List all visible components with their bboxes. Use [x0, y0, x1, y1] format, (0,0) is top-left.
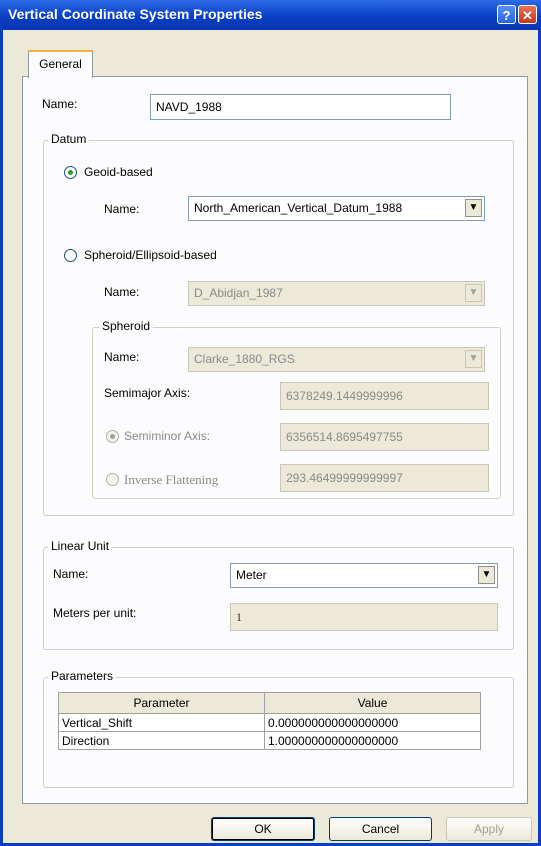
- parameters-group-title: Parameters: [48, 669, 117, 683]
- inverse-flattening-label: Inverse Flattening: [124, 472, 219, 487]
- window-title: Vertical Coordinate System Properties: [8, 6, 263, 22]
- geoid-based-label: Geoid-based: [84, 165, 153, 179]
- semimajor-input[interactable]: 6378249.1449999996: [280, 382, 489, 410]
- cancel-button[interactable]: Cancel: [329, 817, 432, 841]
- parameter-name-cell[interactable]: Vertical_Shift: [58, 713, 265, 732]
- geoid-datum-value: North_American_Vertical_Datum_1988: [194, 201, 403, 215]
- unit-name-label: Name:: [53, 567, 89, 581]
- spheroid-select[interactable]: Clarke_1880_RGS ▼: [188, 347, 485, 372]
- spheroid-value: Clarke_1880_RGS: [194, 352, 295, 366]
- spheroid-name-label: Name:: [104, 350, 140, 364]
- semiminor-input[interactable]: 6356514.8695497755: [280, 423, 489, 451]
- spheroid-based-label: Spheroid/Ellipsoid-based: [84, 248, 217, 262]
- semimajor-label: Semimajor Axis:: [104, 386, 191, 400]
- unit-value: Meter: [236, 568, 267, 582]
- chevron-down-icon[interactable]: ▼: [465, 350, 482, 368]
- spheroid-datum-select[interactable]: D_Abidjan_1987 ▼: [188, 281, 485, 306]
- inverse-flattening-input[interactable]: 293.46499999999997: [280, 464, 489, 492]
- geoid-name-label: Name:: [104, 202, 140, 216]
- parameter-column-header[interactable]: Parameter: [58, 692, 265, 714]
- table-row[interactable]: Vertical_Shift 0.000000000000000000: [58, 713, 481, 732]
- tab-general[interactable]: General: [28, 50, 93, 78]
- title-bar: Vertical Coordinate System Properties ? …: [0, 0, 541, 30]
- chevron-down-icon[interactable]: ▼: [465, 284, 482, 302]
- close-icon[interactable]: ✕: [518, 5, 537, 24]
- chevron-down-icon[interactable]: ▼: [478, 566, 495, 584]
- apply-button[interactable]: Apply: [446, 817, 532, 841]
- name-input[interactable]: NAVD_1988: [150, 94, 451, 120]
- spheroid-datum-name-label: Name:: [104, 285, 140, 299]
- geoid-based-radio[interactable]: [64, 166, 77, 179]
- meters-per-unit-label: Meters per unit:: [53, 606, 137, 620]
- help-icon[interactable]: ?: [497, 5, 516, 24]
- unit-select[interactable]: Meter ▼: [230, 563, 498, 588]
- value-column-header[interactable]: Value: [264, 692, 481, 714]
- table-row[interactable]: Direction 1.000000000000000000: [58, 731, 481, 750]
- semiminor-radio[interactable]: [106, 430, 119, 443]
- parameter-value-cell[interactable]: 1.000000000000000000: [264, 731, 481, 750]
- spheroid-based-radio[interactable]: [64, 249, 77, 262]
- linear-unit-group-title: Linear Unit: [48, 539, 113, 553]
- name-label: Name:: [42, 97, 78, 111]
- meters-per-unit-input[interactable]: 1: [230, 603, 498, 631]
- ok-button[interactable]: OK: [211, 817, 315, 841]
- datum-group-title: Datum: [48, 132, 90, 146]
- semiminor-label: Semiminor Axis:: [124, 429, 211, 443]
- parameter-value-cell[interactable]: 0.000000000000000000: [264, 713, 481, 732]
- chevron-down-icon[interactable]: ▼: [465, 199, 482, 217]
- parameters-table: Parameter Value Vertical_Shift 0.0000000…: [58, 692, 481, 750]
- spheroid-group-title: Spheroid: [99, 319, 154, 333]
- inverse-flattening-radio[interactable]: [106, 473, 119, 486]
- parameter-name-cell[interactable]: Direction: [58, 731, 265, 750]
- spheroid-datum-value: D_Abidjan_1987: [194, 286, 283, 300]
- geoid-datum-select[interactable]: North_American_Vertical_Datum_1988 ▼: [188, 196, 485, 221]
